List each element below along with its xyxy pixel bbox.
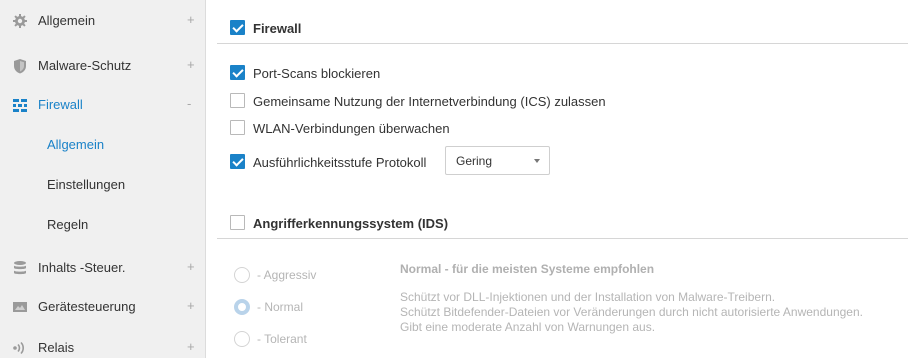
main-panel: Firewall Port-Scans blockieren Gemeinsam… — [207, 0, 908, 358]
shield-icon — [12, 58, 28, 74]
sidebar-item-relais[interactable]: Relais + — [0, 328, 206, 358]
sidebar-item-label: Allgemein — [38, 13, 96, 28]
sidebar-subitem-label: Allgemein — [47, 137, 105, 152]
section-title-firewall: Firewall — [253, 21, 302, 36]
expand-toggle[interactable]: + — [187, 259, 195, 274]
expand-toggle[interactable]: + — [187, 57, 195, 72]
sidebar-subitem-einstellungen[interactable]: Einstellungen — [0, 165, 206, 205]
firewall-checkbox[interactable] — [230, 20, 245, 35]
ids-normal-label: - Normal — [257, 300, 304, 314]
ids-aggressive-label: - Aggressiv — [257, 268, 317, 282]
sidebar-item-label: Relais — [38, 340, 75, 355]
ids-checkbox[interactable] — [230, 215, 245, 230]
section-title-ids: Angrifferkennungssystem (IDS) — [253, 216, 449, 231]
port-scan-label: Port-Scans blockieren — [253, 66, 381, 81]
expand-toggle[interactable]: + — [187, 298, 195, 313]
sidebar-item-allgemein[interactable]: Allgemein + — [0, 1, 206, 41]
log-level-select[interactable]: Gering — [445, 146, 550, 175]
wlan-checkbox[interactable] — [230, 120, 245, 135]
log-level-value: Gering — [456, 154, 493, 168]
sidebar-item-label: Inhalts -Steuer. — [38, 260, 126, 275]
wlan-label: WLAN-Verbindungen überwachen — [253, 121, 450, 136]
expand-toggle[interactable]: + — [187, 12, 195, 27]
log-level-label: Ausführlichkeitsstufe Protokoll — [253, 155, 427, 170]
sidebar-item-malware-schutz[interactable]: Malware-Schutz + — [0, 46, 206, 86]
sidebar-item-geraetesteuerung[interactable]: Gerätesteuerung + — [0, 287, 206, 327]
ids-description-line: Gibt eine moderate Anzahl von Warnungen … — [400, 320, 656, 334]
sidebar-subitem-regeln[interactable]: Regeln — [0, 205, 206, 245]
collapse-toggle[interactable]: - — [187, 96, 191, 111]
sidebar-subitem-label: Einstellungen — [47, 177, 126, 192]
sidebar-item-label: Malware-Schutz — [38, 58, 132, 73]
firewall-icon — [12, 97, 28, 113]
section-divider — [217, 43, 908, 44]
port-scan-checkbox[interactable] — [230, 65, 245, 80]
gear-icon — [12, 13, 28, 29]
sidebar-subitem-allgemein[interactable]: Allgemein — [0, 125, 206, 165]
sidebar-subitem-label: Regeln — [47, 217, 89, 232]
sidebar-item-firewall[interactable]: Firewall - — [0, 85, 206, 125]
sidebar-item-label: Gerätesteuerung — [38, 299, 136, 314]
chevron-down-icon — [534, 159, 540, 163]
section-divider — [217, 238, 908, 239]
sidebar: Allgemein + Malware-Schutz + Firewall - … — [0, 0, 206, 358]
database-icon — [12, 260, 28, 276]
ids-normal-radio[interactable] — [234, 299, 250, 315]
ics-checkbox[interactable] — [230, 93, 245, 108]
sidebar-item-label: Firewall — [38, 97, 83, 112]
ids-tolerant-label: - Tolerant — [257, 332, 307, 346]
ids-tolerant-radio[interactable] — [234, 331, 250, 347]
ics-label: Gemeinsame Nutzung der Internetverbindun… — [253, 94, 606, 109]
ids-description-line: Schützt vor DLL-Injektionen und der Inst… — [400, 290, 776, 304]
ids-description-line: Schützt Bitdefender-Dateien vor Veränder… — [400, 305, 863, 319]
device-icon — [12, 299, 28, 315]
log-level-checkbox[interactable] — [230, 154, 245, 169]
ids-aggressive-radio[interactable] — [234, 267, 250, 283]
expand-toggle[interactable]: + — [187, 339, 195, 354]
sidebar-item-inhalts-steuer[interactable]: Inhalts -Steuer. + — [0, 248, 206, 288]
relay-icon — [12, 340, 28, 356]
ids-description-title: Normal - für die meisten Systeme empfohl… — [400, 262, 655, 276]
